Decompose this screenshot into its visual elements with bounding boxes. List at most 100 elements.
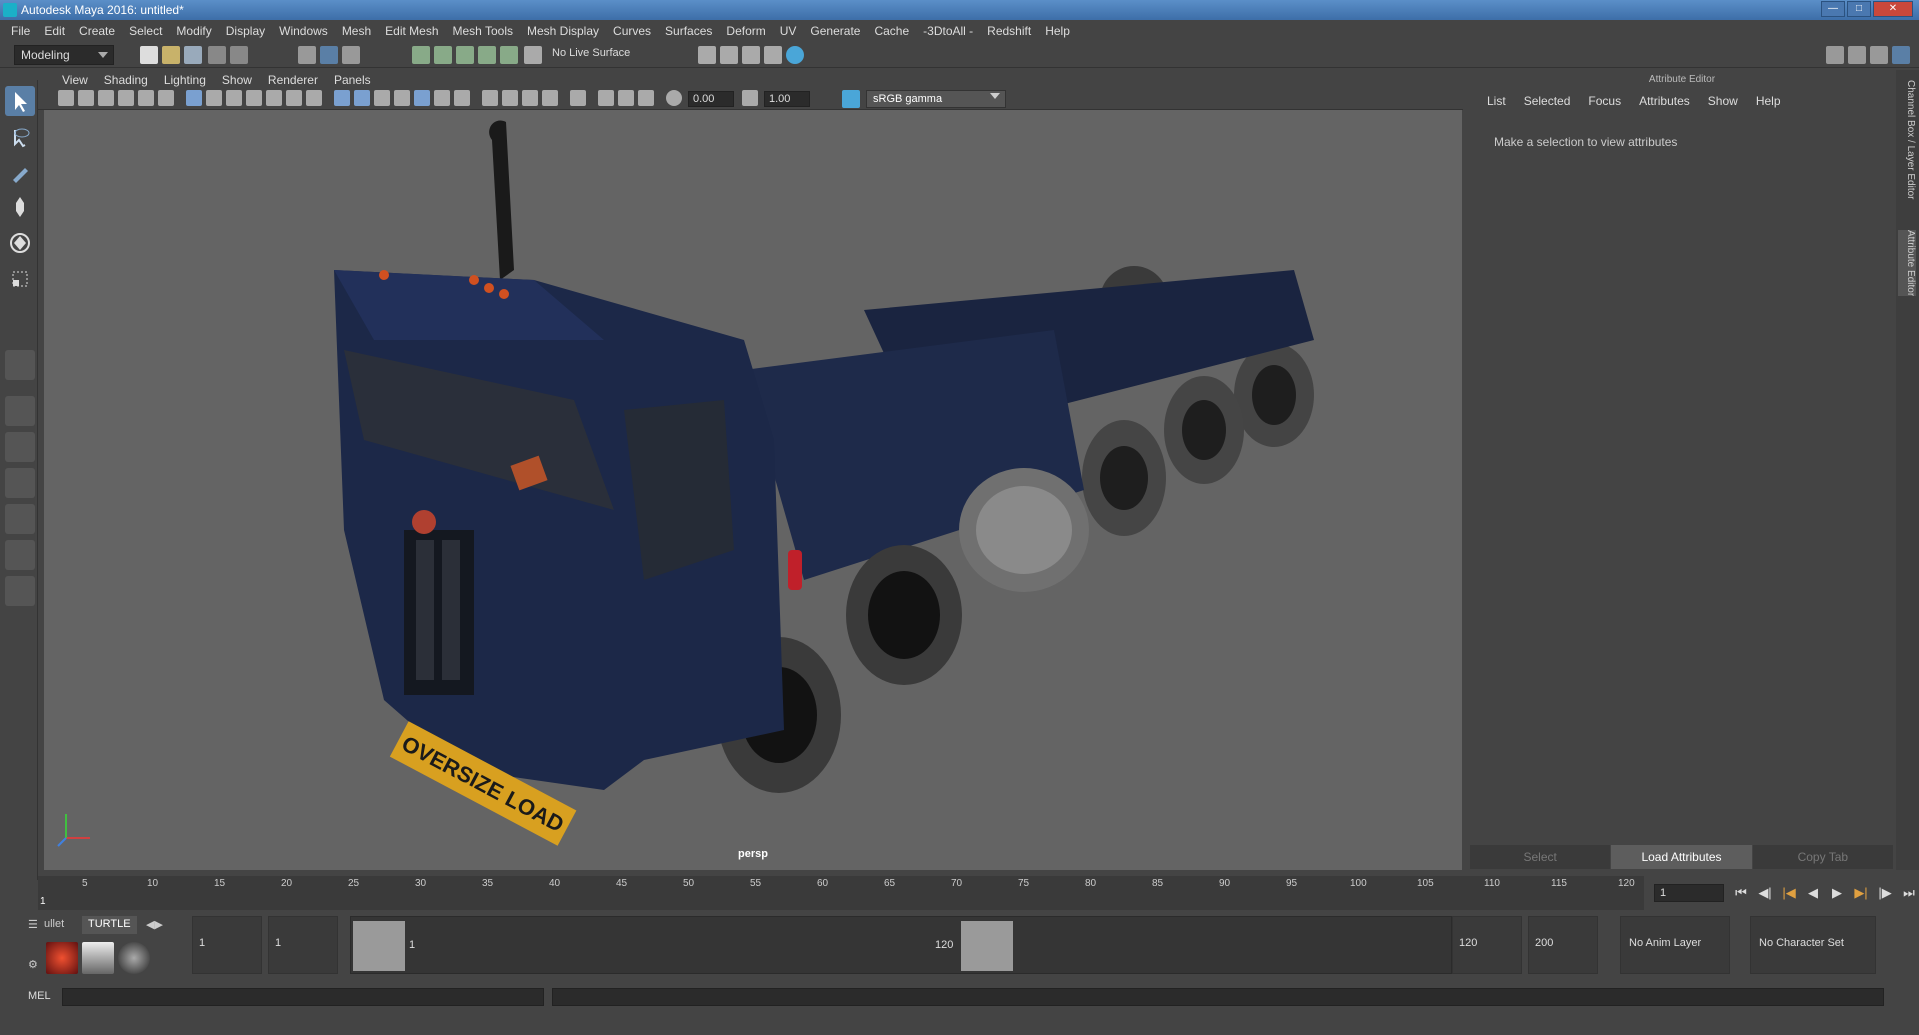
bookmark-icon[interactable] — [98, 90, 114, 106]
wireframe-icon[interactable] — [334, 90, 350, 106]
menu-mesh[interactable]: Mesh — [335, 24, 378, 38]
range-slider[interactable]: 1 120 — [350, 916, 1452, 974]
ae-menu-attributes[interactable]: Attributes — [1630, 94, 1699, 108]
channel-box-toggle-icon[interactable] — [1892, 46, 1910, 64]
gamma-icon[interactable] — [742, 90, 758, 106]
menu-windows[interactable]: Windows — [272, 24, 335, 38]
shelf-tab-turtle[interactable]: TURTLE — [82, 916, 137, 934]
safe-action-icon[interactable] — [286, 90, 302, 106]
minimize-button[interactable]: — — [1821, 1, 1845, 17]
layout-custom-icon[interactable] — [5, 576, 35, 606]
xray-joints-icon[interactable] — [618, 90, 634, 106]
menu-file[interactable]: File — [4, 24, 37, 38]
menu-help[interactable]: Help — [1038, 24, 1077, 38]
wireframe-on-shaded-icon[interactable] — [394, 90, 410, 106]
animation-start-field[interactable]: 1 — [192, 916, 262, 974]
new-scene-icon[interactable] — [140, 46, 158, 64]
film-gate-icon[interactable] — [206, 90, 222, 106]
layout-two-pane-side-icon[interactable] — [5, 432, 35, 462]
turtle-render-icon[interactable] — [46, 942, 78, 974]
gate-mask-icon[interactable] — [246, 90, 262, 106]
lasso-tool-icon[interactable] — [5, 122, 35, 152]
menu-cache[interactable]: Cache — [867, 24, 916, 38]
redo-icon[interactable] — [230, 46, 248, 64]
tool-settings-icon[interactable] — [1870, 46, 1888, 64]
ipr-render-icon[interactable] — [720, 46, 738, 64]
ae-menu-focus[interactable]: Focus — [1579, 94, 1630, 108]
ae-menu-list[interactable]: List — [1478, 94, 1515, 108]
step-back-icon[interactable]: ◀| — [1756, 884, 1774, 902]
undo-icon[interactable] — [208, 46, 226, 64]
snap-curve-icon[interactable] — [434, 46, 452, 64]
menu-mesh-display[interactable]: Mesh Display — [520, 24, 606, 38]
menu-edit-mesh[interactable]: Edit Mesh — [378, 24, 445, 38]
shadows-icon[interactable] — [454, 90, 470, 106]
menu-curves[interactable]: Curves — [606, 24, 658, 38]
menu-create[interactable]: Create — [72, 24, 122, 38]
menu-display[interactable]: Display — [219, 24, 272, 38]
menu-surfaces[interactable]: Surfaces — [658, 24, 719, 38]
go-to-start-icon[interactable]: ⏮ — [1732, 884, 1750, 902]
ae-menu-selected[interactable]: Selected — [1515, 94, 1580, 108]
scale-tool-icon[interactable] — [5, 264, 35, 294]
render-frame-icon[interactable] — [698, 46, 716, 64]
turtle-settings-icon[interactable] — [82, 942, 114, 974]
gamma-field[interactable]: 1.00 — [764, 91, 810, 107]
motion-blur-icon[interactable] — [502, 90, 518, 106]
play-forwards-icon[interactable]: ▶ — [1828, 884, 1846, 902]
ae-menu-show[interactable]: Show — [1699, 94, 1747, 108]
snap-point-icon[interactable] — [456, 46, 474, 64]
field-chart-icon[interactable] — [266, 90, 282, 106]
xray-active-components-icon[interactable] — [638, 90, 654, 106]
select-button[interactable]: Select — [1470, 845, 1611, 869]
script-language-label[interactable]: MEL — [28, 990, 51, 1002]
menu-edit[interactable]: Edit — [37, 24, 72, 38]
resolution-gate-icon[interactable] — [226, 90, 242, 106]
use-all-lights-icon[interactable] — [434, 90, 450, 106]
shelf-settings-icon[interactable]: ⚙ — [22, 956, 44, 974]
go-to-end-icon[interactable]: ⏭ — [1900, 884, 1918, 902]
character-set-dropdown[interactable]: No Character Set — [1750, 916, 1876, 974]
range-start-handle[interactable] — [353, 921, 405, 971]
chevron-down-icon[interactable] — [990, 93, 1000, 99]
xray-icon[interactable] — [598, 90, 614, 106]
close-button[interactable]: ✕ — [1873, 1, 1913, 17]
viewport-menu-view[interactable]: View — [54, 73, 96, 87]
exposure-icon[interactable] — [666, 90, 682, 106]
step-back-key-icon[interactable]: |◀ — [1780, 884, 1798, 902]
smooth-shade-icon[interactable] — [354, 90, 370, 106]
render-settings-icon[interactable] — [742, 46, 760, 64]
maximize-button[interactable]: □ — [1847, 1, 1871, 17]
isolate-select-icon[interactable] — [570, 90, 586, 106]
menu-3dtoall[interactable]: -3DtoAll - — [916, 24, 980, 38]
grease-pencil-icon[interactable] — [158, 90, 174, 106]
textured-icon[interactable] — [414, 90, 430, 106]
viewport-menu-lighting[interactable]: Lighting — [156, 73, 214, 87]
attribute-editor-toggle-icon[interactable] — [1848, 46, 1866, 64]
hypershade-icon[interactable] — [764, 46, 782, 64]
camera-lock-icon[interactable] — [78, 90, 94, 106]
select-tool-icon[interactable] — [5, 86, 35, 116]
copy-tab-button[interactable]: Copy Tab — [1752, 845, 1893, 869]
tab-channel-box-layer-editor[interactable]: Channel Box / Layer Editor — [1898, 80, 1916, 200]
screen-space-ao-icon[interactable] — [482, 90, 498, 106]
playback-start-field[interactable]: 1 — [268, 916, 338, 974]
default-material-icon[interactable] — [374, 90, 390, 106]
load-attributes-button[interactable]: Load Attributes — [1611, 845, 1752, 869]
viewport-menu-shading[interactable]: Shading — [96, 73, 156, 87]
paint-select-tool-icon[interactable] — [5, 158, 35, 188]
color-management-icon[interactable] — [842, 90, 860, 108]
select-by-object-icon[interactable] — [320, 46, 338, 64]
current-time-field[interactable]: 1 — [1654, 884, 1724, 902]
layout-two-pane-stacked-icon[interactable] — [5, 468, 35, 498]
menu-modify[interactable]: Modify — [169, 24, 218, 38]
layout-single-pane-icon[interactable] — [5, 350, 35, 380]
layout-outliner-persp-icon[interactable] — [5, 504, 35, 534]
animation-end-field[interactable]: 200 — [1528, 916, 1598, 974]
anti-aliasing-icon[interactable] — [522, 90, 538, 106]
exposure-field[interactable]: 0.00 — [688, 91, 734, 107]
tab-attribute-editor[interactable]: Attribute Editor — [1898, 230, 1916, 297]
command-input[interactable] — [62, 988, 544, 1006]
layout-four-pane-icon[interactable] — [5, 396, 35, 426]
perspective-viewport[interactable]: OVERSIZE LOAD persp — [44, 110, 1462, 870]
